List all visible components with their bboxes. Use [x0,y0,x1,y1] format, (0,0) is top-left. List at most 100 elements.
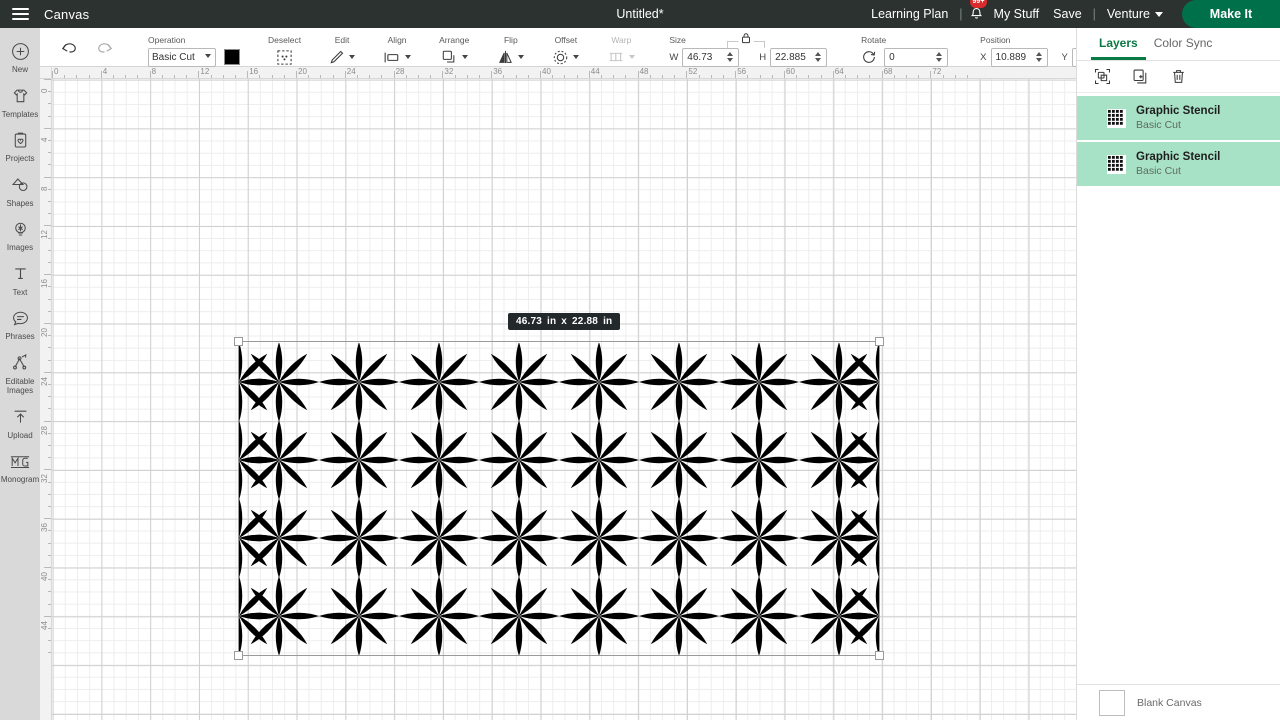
chevron-down-icon[interactable] [518,55,524,59]
redo-arrow-icon[interactable] [94,37,116,59]
sidebar-item-phrases[interactable]: Phrases [0,301,40,346]
layer-row[interactable]: Graphic Stencil Basic Cut [1077,96,1280,140]
horizontal-ruler[interactable]: 04812162024283236404448525660646872 [40,67,1076,79]
chevron-down-icon[interactable] [349,55,355,59]
ruler-minor-tick [467,75,468,78]
design-artwork[interactable] [239,343,879,656]
height-input[interactable] [775,52,815,63]
height-stepper[interactable] [815,52,824,62]
design-canvas-area[interactable]: 46.73 in x 22.88 in 04812162024283236404… [40,67,1076,720]
ruler-minor-tick [48,494,51,495]
ruler-major-tick [44,421,51,422]
layer-actions-toolbar [1077,61,1280,93]
upload-arrow-icon [9,406,31,428]
vertical-ruler[interactable]: 048121620242832364044 [40,67,52,720]
my-stuff-link[interactable]: My Stuff [987,7,1047,21]
chevron-down-icon[interactable] [573,55,579,59]
layer-operation: Basic Cut [1136,164,1220,178]
ruler-minor-tick [418,75,419,78]
sidebar-item-shapes[interactable]: Shapes [0,168,40,213]
rotate-icon[interactable] [861,49,877,65]
offset-icon[interactable] [552,49,569,66]
deselect-group: Deselect [254,28,315,67]
rotate-label: Rotate [861,35,886,46]
clipboard-heart-icon [9,129,31,151]
top-header-bar: Canvas Untitled* Learning Plan | 99+ My … [0,0,1280,28]
sidebar-item-new[interactable]: New [0,34,40,79]
blank-canvas-swatch[interactable] [1099,690,1125,716]
machine-selector[interactable]: Venture [1100,7,1170,21]
ruler-minor-tick [48,189,51,190]
operation-select[interactable]: Basic Cut [148,48,216,67]
ruler-minor-tick [174,75,175,78]
align-icon[interactable] [383,50,401,65]
width-stepper[interactable] [727,52,736,62]
ruler-minor-tick [48,384,51,385]
duplicate-icon[interactable] [1131,68,1149,86]
ruler-label: 72 [930,67,941,76]
pos-x-stepper[interactable] [1036,52,1045,62]
sidebar-item-text[interactable]: Text [0,257,40,302]
sidebar-item-upload[interactable]: Upload [0,400,40,445]
chevron-down-icon[interactable] [405,55,411,59]
ruler-minor-tick [333,75,334,78]
chevron-down-icon[interactable] [462,55,468,59]
ruler-minor-tick [48,433,51,434]
operation-color-swatch[interactable] [224,49,240,65]
arrange-icon[interactable] [441,49,458,65]
ruler-minor-tick [259,75,260,78]
ruler-label: 12 [198,67,209,76]
pos-x-input[interactable] [996,52,1036,63]
sidebar-item-monogram[interactable]: Monogram [0,444,40,489]
save-button[interactable]: Save [1046,7,1089,21]
ruler-minor-tick [113,75,114,78]
sidebar-item-label: Upload [7,431,32,441]
operation-group: Operation Basic Cut [130,28,254,67]
deselect-icon[interactable] [276,49,293,66]
ruler-minor-tick [48,396,51,397]
rotate-input[interactable] [889,52,935,63]
rotate-stepper[interactable] [936,52,945,62]
layer-name: Graphic Stencil [1136,150,1220,164]
sidebar-item-label: Projects [6,154,35,164]
learning-plan-link[interactable]: Learning Plan [864,7,955,21]
make-it-button[interactable]: Make It [1182,0,1280,28]
badge-unit-h: in [603,316,612,327]
sidebar-item-label: Editable Images [0,377,40,396]
ruler-minor-tick [48,652,51,653]
width-input[interactable] [687,52,727,63]
ruler-minor-tick [796,75,797,78]
lock-closed-icon[interactable] [739,31,754,49]
right-panel: Layers Color Sync [1076,28,1280,720]
ruler-minor-tick [48,482,51,483]
layer-row[interactable]: Graphic Stencil Basic Cut [1077,142,1280,186]
position-label: Position [980,35,1010,46]
sidebar-item-templates[interactable]: Templates [0,79,40,124]
sidebar-item-projects[interactable]: Projects [0,123,40,168]
undo-arrow-icon[interactable] [58,37,80,59]
ruler-minor-tick [48,347,51,348]
layer-text: Graphic Stencil Basic Cut [1136,150,1220,178]
rotate-group: Rotate [843,28,962,67]
ruler-minor-tick [479,75,480,78]
delete-icon[interactable] [1169,68,1187,86]
sidebar-item-editable-images[interactable]: Editable Images [0,346,40,400]
badge-height: 22.88 [572,316,598,327]
ruler-minor-tick [662,75,663,78]
ruler-minor-tick [48,311,51,312]
edit-toolbar: Operation Basic Cut Deselect [40,28,1076,67]
ruler-minor-tick [894,75,895,78]
notification-bell-icon[interactable]: 99+ [967,0,987,28]
group-icon[interactable] [1093,68,1111,86]
tab-layers[interactable]: Layers [1091,28,1146,60]
pencil-icon[interactable] [329,49,345,65]
ruler-major-tick [44,616,51,617]
width-label: W [669,52,678,63]
sidebar-item-images[interactable]: Images [0,212,40,257]
hamburger-menu-icon[interactable] [0,0,40,28]
tab-color-sync[interactable]: Color Sync [1146,28,1221,60]
ruler-label: 36 [491,67,502,76]
ruler-minor-tick [650,75,651,78]
canvas-background-footer[interactable]: Blank Canvas [1077,684,1280,720]
flip-icon[interactable] [497,49,514,65]
